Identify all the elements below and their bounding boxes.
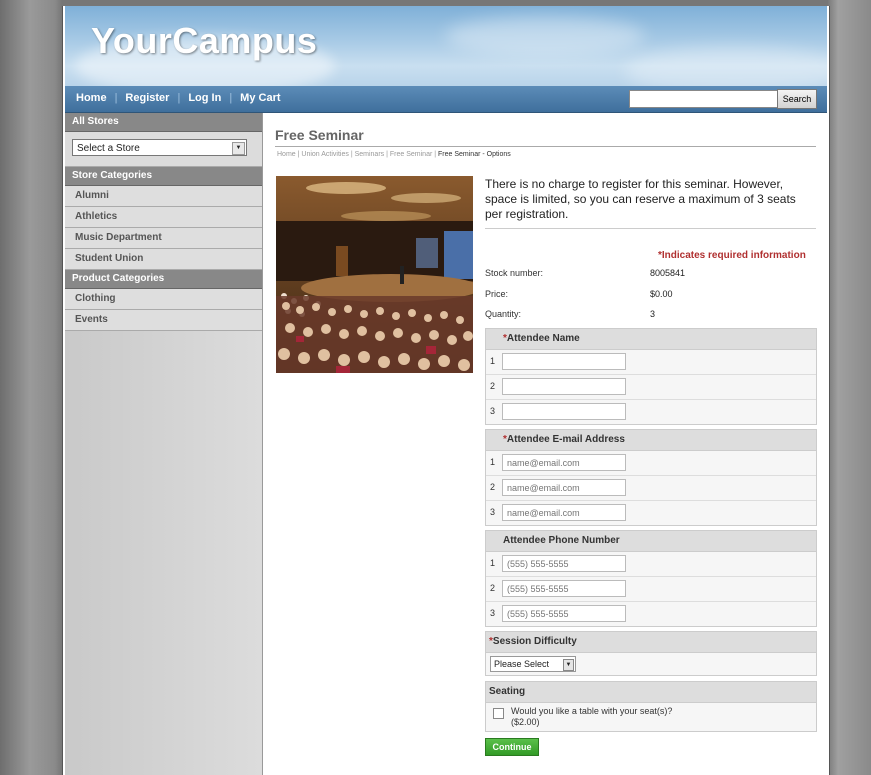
site-banner: YourCampus bbox=[65, 6, 827, 86]
row-number: 2 bbox=[490, 482, 496, 492]
session-difficulty-value: Please Select bbox=[494, 659, 550, 669]
description-divider bbox=[485, 228, 816, 229]
attendee-name-input-3[interactable] bbox=[502, 403, 626, 420]
title-divider bbox=[275, 146, 816, 147]
sidebar-item-music-department[interactable]: Music Department bbox=[65, 228, 262, 249]
attendee-phone-input-2[interactable] bbox=[502, 580, 626, 597]
store-categories-header: Store Categories bbox=[65, 167, 262, 186]
stock-number-value: 8005841 bbox=[650, 268, 686, 278]
sidebar-item-student-union[interactable]: Student Union bbox=[65, 249, 262, 270]
breadcrumb-home[interactable]: Home bbox=[277, 151, 296, 158]
row-number: 1 bbox=[490, 558, 496, 568]
attendee-email-input-2[interactable] bbox=[502, 479, 626, 496]
attendee-email-input-3[interactable] bbox=[502, 504, 626, 521]
all-stores-header: All Stores bbox=[65, 113, 262, 132]
attendee-email-input-1[interactable] bbox=[502, 454, 626, 471]
seminar-description: There is no charge to register for this … bbox=[485, 177, 796, 221]
product-categories-header: Product Categories bbox=[65, 270, 262, 289]
page-title: Free Seminar bbox=[275, 127, 364, 143]
breadcrumb: Home | Union Activities | Seminars | Fre… bbox=[277, 151, 511, 158]
breadcrumb-union-activities[interactable]: Union Activities bbox=[301, 151, 348, 158]
search-button[interactable]: Search bbox=[777, 89, 817, 109]
attendee-phone-section: Attendee Phone Number 1 2 3 bbox=[485, 530, 817, 627]
sidebar-item-athletics[interactable]: Athletics bbox=[65, 207, 262, 228]
seating-section: Seating Would you like a table with your… bbox=[485, 681, 817, 732]
breadcrumb-free-seminar[interactable]: Free Seminar bbox=[390, 151, 432, 158]
row-number: 1 bbox=[490, 457, 496, 467]
table-checkbox-label: Would you like a table with your seat(s)… bbox=[511, 706, 673, 727]
nav-register-link[interactable]: Register bbox=[125, 92, 169, 104]
session-difficulty-header: *Session Difficulty bbox=[486, 632, 816, 653]
site-logo[interactable]: YourCampus bbox=[91, 20, 317, 62]
nav-login-link[interactable]: Log In bbox=[188, 92, 221, 104]
row-number: 3 bbox=[490, 507, 496, 517]
attendee-name-input-2[interactable] bbox=[502, 378, 626, 395]
nav-cart-link[interactable]: My Cart bbox=[240, 92, 280, 104]
breadcrumb-current: Free Seminar - Options bbox=[438, 151, 511, 158]
seating-header: Seating bbox=[486, 682, 816, 703]
attendee-phone-input-1[interactable] bbox=[502, 555, 626, 572]
store-select-value: Select a Store bbox=[77, 143, 140, 154]
attendee-phone-input-3[interactable] bbox=[502, 605, 626, 622]
row-number: 3 bbox=[490, 406, 496, 416]
sidebar-item-events[interactable]: Events bbox=[65, 310, 262, 331]
price-label: Price: bbox=[485, 289, 509, 299]
row-number: 1 bbox=[490, 356, 496, 366]
search-input[interactable] bbox=[629, 90, 779, 108]
attendee-phone-header: Attendee Phone Number bbox=[486, 531, 816, 552]
session-difficulty-section: *Session Difficulty Please Select ▼ bbox=[485, 631, 817, 676]
page-container: YourCampus Home | Register | Log In | My Cart … bbox=[62, 6, 830, 775]
sidebar-item-clothing[interactable]: Clothing bbox=[65, 289, 262, 310]
required-info-note: *Indicates required information bbox=[658, 250, 806, 261]
nav-home-link[interactable]: Home bbox=[76, 92, 107, 104]
top-nav: Home | Register | Log In | My Cart Search bbox=[65, 86, 827, 113]
attendee-name-section: *Attendee Name 1 2 3 bbox=[485, 328, 817, 425]
chevron-down-icon: ▼ bbox=[563, 659, 574, 671]
quantity-value: 3 bbox=[650, 309, 656, 319]
price-value: $0.00 bbox=[650, 289, 673, 299]
breadcrumb-seminars[interactable]: Seminars bbox=[355, 151, 385, 158]
chevron-down-icon: ▼ bbox=[232, 142, 245, 155]
table-checkbox[interactable] bbox=[493, 708, 504, 719]
attendee-email-section: *Attendee E-mail Address 1 2 3 bbox=[485, 429, 817, 526]
page-background-right bbox=[828, 0, 871, 775]
store-select[interactable]: Select a Store ▼ bbox=[72, 139, 247, 156]
row-number: 3 bbox=[490, 608, 496, 618]
seminar-photo bbox=[276, 176, 473, 373]
attendee-name-input-1[interactable] bbox=[502, 353, 626, 370]
sidebar-item-alumni[interactable]: Alumni bbox=[65, 186, 262, 207]
row-number: 2 bbox=[490, 583, 496, 593]
continue-button[interactable]: Continue bbox=[485, 738, 539, 756]
session-difficulty-select[interactable]: Please Select ▼ bbox=[490, 656, 576, 672]
attendee-email-header: *Attendee E-mail Address bbox=[486, 430, 816, 451]
stock-number-label: Stock number: bbox=[485, 268, 544, 278]
sidebar: All Stores Select a Store ▼ Store Catego… bbox=[65, 113, 263, 775]
row-number: 2 bbox=[490, 381, 496, 391]
attendee-name-header: *Attendee Name bbox=[486, 329, 816, 350]
quantity-label: Quantity: bbox=[485, 309, 522, 319]
